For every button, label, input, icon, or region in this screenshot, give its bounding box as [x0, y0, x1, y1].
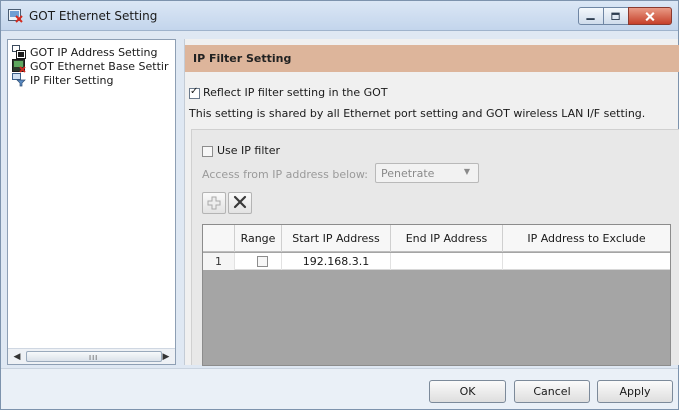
minimize-icon	[586, 18, 595, 20]
column-header-exclude-ip: IP Address to Exclude	[502, 225, 670, 252]
scroll-right-icon[interactable]: ▶	[159, 351, 173, 363]
dialog-button-bar: OK Cancel Apply	[1, 368, 678, 409]
ok-button[interactable]: OK	[429, 380, 506, 403]
start-ip-cell[interactable]: 192.168.3.1	[281, 253, 390, 270]
tree-item-ip-address[interactable]: GOT IP Address Setting	[12, 45, 157, 59]
column-header-start-ip: Start IP Address	[281, 225, 390, 252]
exclude-ip-cell[interactable]	[502, 253, 670, 270]
access-select[interactable]: Penetrate ▼	[375, 163, 479, 183]
maximize-button[interactable]	[603, 7, 629, 25]
section-header: IP Filter Setting	[185, 45, 679, 72]
range-checkbox[interactable]	[257, 256, 268, 267]
table-header: Range Start IP Address End IP Address IP…	[203, 225, 670, 252]
reflect-ip-filter-label: Reflect IP filter setting in the GOT	[203, 86, 388, 99]
use-ip-filter-checkbox[interactable]	[202, 146, 213, 157]
delete-icon	[233, 195, 247, 209]
app-icon	[8, 9, 23, 23]
dialog-window: GOT Ethernet Setting GOT IP Address Sett…	[0, 0, 679, 410]
ip-filter-table: Range Start IP Address End IP Address IP…	[202, 224, 671, 366]
tree-item-ip-filter[interactable]: IP Filter Setting	[12, 73, 114, 87]
tree-horizontal-scrollbar[interactable]: ◀ III ▶	[8, 348, 175, 364]
maximize-icon	[611, 12, 620, 20]
add-row-button[interactable]	[202, 192, 226, 214]
close-icon	[645, 12, 655, 22]
range-cell[interactable]	[234, 253, 281, 270]
window-title: GOT Ethernet Setting	[29, 9, 158, 23]
add-icon	[207, 196, 221, 210]
cancel-button[interactable]: Cancel	[514, 380, 590, 403]
ip-filter-panel: IP Filter Setting Reflect IP filter sett…	[184, 39, 679, 366]
filter-settings-box: Use IP filter Access from IP address bel…	[191, 129, 679, 366]
ethernet-base-icon	[12, 59, 26, 73]
filter-icon	[12, 73, 26, 87]
shared-setting-note: This setting is shared by all Ethernet p…	[189, 107, 646, 120]
apply-button[interactable]: Apply	[597, 380, 673, 403]
title-bar[interactable]: GOT Ethernet Setting	[1, 1, 678, 31]
section-title: IP Filter Setting	[193, 52, 292, 65]
access-select-value: Penetrate	[381, 167, 435, 180]
minimize-button[interactable]	[578, 7, 604, 25]
network-settings-icon	[12, 45, 26, 59]
column-header-end-ip: End IP Address	[390, 225, 502, 252]
close-button[interactable]	[628, 7, 672, 25]
scroll-left-icon[interactable]: ◀	[10, 351, 24, 363]
tree-item-label: IP Filter Setting	[30, 73, 114, 87]
delete-row-button[interactable]	[228, 192, 252, 214]
column-header-index	[203, 225, 234, 252]
table-row[interactable]: 1 192.168.3.1	[203, 253, 670, 270]
use-ip-filter-label: Use IP filter	[217, 144, 281, 157]
tree-item-label: GOT Ethernet Base Settir	[30, 59, 169, 73]
reflect-ip-filter-checkbox[interactable]	[189, 86, 200, 99]
tree-item-ethernet-base[interactable]: GOT Ethernet Base Settir	[12, 59, 169, 73]
column-header-range: Range	[234, 225, 281, 252]
row-number: 1	[203, 253, 234, 270]
settings-tree: GOT IP Address Setting GOT Ethernet Base…	[7, 39, 176, 365]
end-ip-cell[interactable]	[390, 253, 502, 270]
chevron-down-icon: ▼	[463, 167, 470, 176]
window-controls	[578, 7, 672, 25]
tree-item-label: GOT IP Address Setting	[30, 45, 158, 59]
scroll-thumb[interactable]: III	[26, 351, 162, 362]
access-label: Access from IP address below:	[202, 168, 368, 181]
scroll-grip: III	[89, 354, 99, 362]
